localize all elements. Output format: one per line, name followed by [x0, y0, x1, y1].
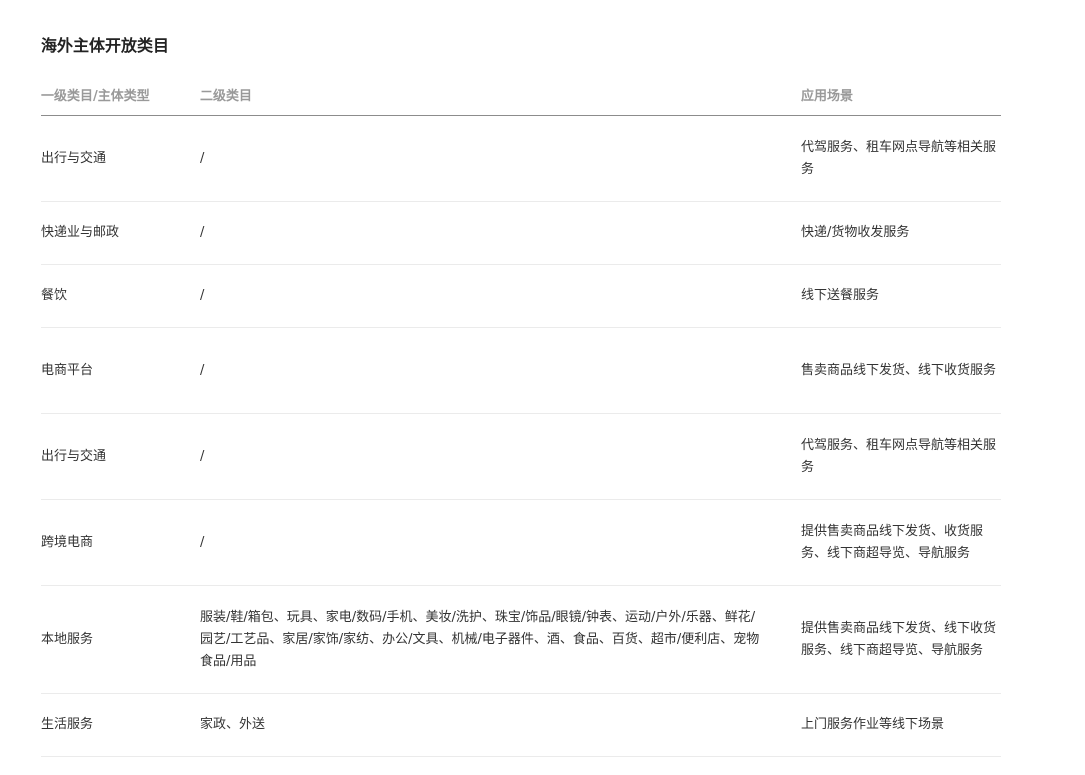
table-row: 出行与交通 / 代驾服务、租车网点导航等相关服务	[41, 115, 1001, 202]
category-table: 一级类目/主体类型 二级类目 应用场景 出行与交通 / 代驾服务、租车网点导航等…	[41, 73, 1001, 757]
cell-scenario: 代驾服务、租车网点导航等相关服务	[801, 115, 1001, 202]
cell-scenario: 快递/货物收发服务	[801, 201, 1001, 265]
cell-secondary: /	[200, 327, 801, 414]
cell-secondary: /	[200, 115, 801, 202]
cell-primary: 生活服务	[41, 693, 200, 757]
cell-secondary: 家政、外送	[200, 693, 801, 757]
table-row: 本地服务 服装/鞋/箱包、玩具、家电/数码/手机、美妆/洗护、珠宝/饰品/眼镜/…	[41, 585, 1001, 694]
cell-scenario: 代驾服务、租车网点导航等相关服务	[801, 413, 1001, 500]
cell-secondary: /	[200, 499, 801, 586]
cell-scenario: 上门服务作业等线下场景	[801, 693, 1001, 757]
cell-primary: 快递业与邮政	[41, 201, 200, 265]
header-scenario: 应用场景	[801, 73, 1001, 116]
cell-primary: 跨境电商	[41, 499, 200, 586]
cell-scenario: 售卖商品线下发货、线下收货服务	[801, 327, 1001, 414]
cell-primary: 出行与交通	[41, 115, 200, 202]
table-header-row: 一级类目/主体类型 二级类目 应用场景	[41, 73, 1001, 116]
cell-secondary: 服装/鞋/箱包、玩具、家电/数码/手机、美妆/洗护、珠宝/饰品/眼镜/钟表、运动…	[200, 585, 801, 694]
table-row: 跨境电商 / 提供售卖商品线下发货、收货服务、线下商超导览、导航服务	[41, 499, 1001, 586]
table-row: 生活服务 家政、外送 上门服务作业等线下场景	[41, 693, 1001, 757]
table-row: 出行与交通 / 代驾服务、租车网点导航等相关服务	[41, 413, 1001, 500]
table-row: 快递业与邮政 / 快递/货物收发服务	[41, 201, 1001, 265]
table-row: 电商平台 / 售卖商品线下发货、线下收货服务	[41, 327, 1001, 414]
cell-primary: 电商平台	[41, 327, 200, 414]
cell-secondary: /	[200, 413, 801, 500]
cell-scenario: 提供售卖商品线下发货、收货服务、线下商超导览、导航服务	[801, 499, 1001, 586]
cell-scenario: 线下送餐服务	[801, 264, 1001, 328]
page: 海外主体开放类目 一级类目/主体类型 二级类目 应用场景 出行与交通 / 代驾服…	[0, 0, 1085, 775]
cell-primary: 出行与交通	[41, 413, 200, 500]
cell-secondary: /	[200, 264, 801, 328]
header-secondary-category: 二级类目	[200, 73, 801, 116]
table-row: 餐饮 / 线下送餐服务	[41, 264, 1001, 328]
page-title: 海外主体开放类目	[41, 36, 170, 55]
cell-primary: 本地服务	[41, 585, 200, 694]
header-primary-category: 一级类目/主体类型	[41, 73, 200, 116]
cell-secondary: /	[200, 201, 801, 265]
cell-scenario: 提供售卖商品线下发货、线下收货服务、线下商超导览、导航服务	[801, 585, 1001, 694]
cell-primary: 餐饮	[41, 264, 200, 328]
